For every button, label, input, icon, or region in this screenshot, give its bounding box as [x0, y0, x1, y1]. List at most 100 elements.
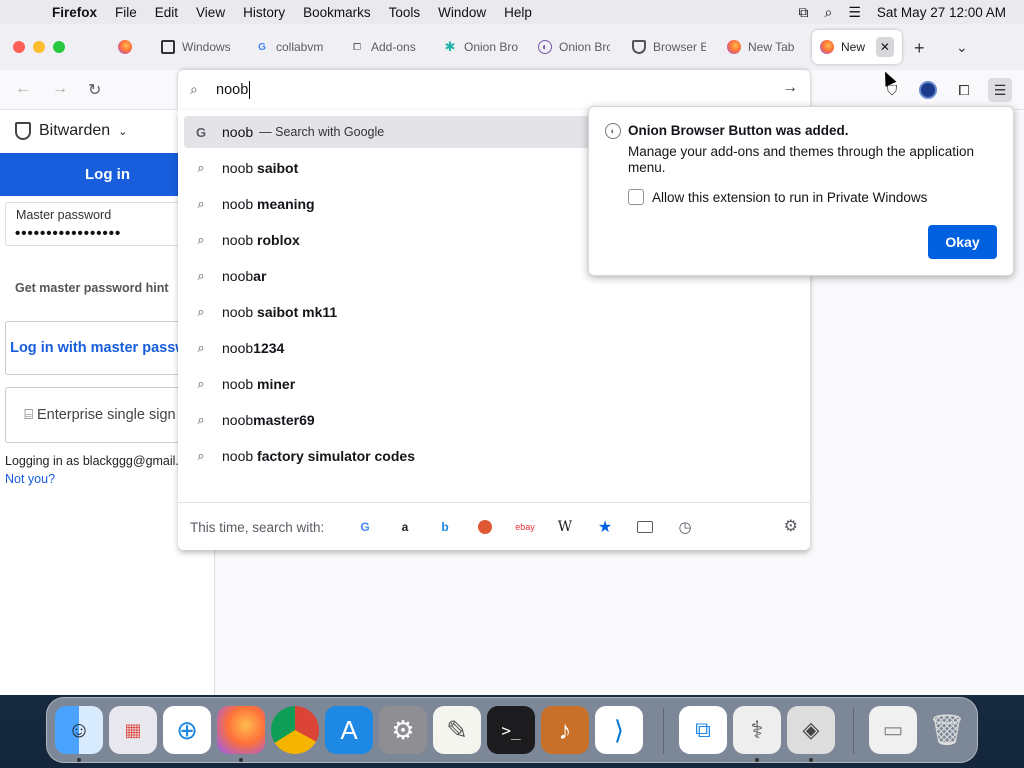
- close-tab-icon[interactable]: ✕: [875, 37, 894, 57]
- suggestion-item[interactable]: ⌕ noob miner: [184, 368, 804, 400]
- address-bar[interactable]: ⌕ noob →: [178, 70, 810, 110]
- search-settings-gear-icon[interactable]: ⚙: [784, 516, 798, 536]
- running-indicator: [77, 758, 81, 762]
- password-hint-link[interactable]: Get master password hint: [15, 281, 169, 295]
- garageband-icon[interactable]: ♪: [541, 706, 589, 754]
- reload-icon[interactable]: ↻: [88, 80, 101, 100]
- bitwarden-shield-icon: [15, 122, 31, 140]
- wikipedia-engine-icon[interactable]: W: [555, 517, 575, 537]
- suggestion-item[interactable]: ⌕ noob 1234: [184, 332, 804, 364]
- private-windows-checkbox[interactable]: [628, 189, 644, 205]
- screen-mirror-icon[interactable]: ⧉: [799, 4, 809, 21]
- google-icon: G: [258, 41, 266, 53]
- onion-star-icon: ✱: [444, 39, 456, 54]
- app-menu-hamburger-icon[interactable]: ☰: [988, 78, 1012, 102]
- amazon-engine-icon[interactable]: a: [395, 517, 415, 537]
- tab-label: Browser E: [653, 40, 706, 54]
- disk-utility-icon[interactable]: ⚕: [733, 706, 781, 754]
- system-preferences-icon[interactable]: ⚙: [379, 706, 427, 754]
- address-input[interactable]: noob: [216, 81, 251, 99]
- menu-history[interactable]: History: [234, 5, 294, 20]
- onion-icon: ◐: [538, 40, 552, 54]
- suggestion-prefix: noob: [222, 232, 258, 248]
- parallels-icon[interactable]: ⧉: [679, 706, 727, 754]
- chrome-icon[interactable]: [271, 706, 319, 754]
- bitwarden-header[interactable]: Bitwarden ⌄: [15, 122, 127, 140]
- bing-engine-icon[interactable]: b: [435, 517, 455, 537]
- search-icon: ⌕: [197, 268, 205, 283]
- menu-bookmarks[interactable]: Bookmarks: [294, 5, 380, 20]
- onion-extension-icon[interactable]: [916, 78, 940, 102]
- suggestion-prefix: noob: [222, 304, 258, 320]
- menu-window[interactable]: Window: [429, 5, 495, 20]
- suggestion-subtext: — Search with Google: [259, 125, 385, 139]
- tab-pinned-firefox[interactable]: [110, 30, 140, 64]
- master-password-value[interactable]: •••••••••••••••••: [15, 225, 121, 242]
- okay-button[interactable]: Okay: [928, 225, 997, 259]
- ebay-engine-icon[interactable]: ebay: [515, 517, 535, 537]
- downloads-stack-icon[interactable]: ▭: [869, 706, 917, 754]
- suggestion-item[interactable]: ⌕ noob factory simulator codes: [184, 440, 804, 472]
- onion-globe-icon: [919, 81, 937, 99]
- not-you-link[interactable]: Not you?: [5, 472, 55, 486]
- search-icon: ⌕: [197, 196, 205, 211]
- tab-windows[interactable]: Windows: [161, 30, 233, 64]
- forward-arrow-icon[interactable]: →: [52, 80, 68, 98]
- menubar-clock[interactable]: Sat May 27 12:00 AM: [877, 5, 1006, 20]
- menu-app[interactable]: Firefox: [46, 5, 106, 20]
- new-tab-button[interactable]: +: [914, 38, 925, 59]
- tabs-icon[interactable]: [635, 517, 655, 537]
- close-window-button[interactable]: [13, 41, 25, 53]
- bookmarks-star-icon[interactable]: ★: [595, 517, 615, 537]
- zoom-window-button[interactable]: [53, 41, 65, 53]
- vscode-icon[interactable]: ⟩: [595, 706, 643, 754]
- extension-added-panel: ◐ Onion Browser Button was added. Manage…: [588, 106, 1014, 276]
- tab-collabvm[interactable]: G collabvm: [255, 30, 327, 64]
- tab-onion-browser-1[interactable]: ✱ Onion Bro: [443, 30, 519, 64]
- finder-icon[interactable]: ☺: [55, 706, 103, 754]
- firefox-dock-icon[interactable]: [217, 706, 265, 754]
- control-center-icon[interactable]: ☰: [848, 4, 861, 21]
- launchpad-icon[interactable]: ▦: [109, 706, 157, 754]
- textedit-icon[interactable]: ✎: [433, 706, 481, 754]
- firefox-icon: [820, 40, 834, 54]
- go-arrow-icon[interactable]: →: [782, 79, 798, 97]
- one-off-search-bar: This time, search with: G a b ebay W ★ ◷…: [178, 502, 810, 550]
- suggestion-completion: meaning: [257, 196, 315, 212]
- safari-icon[interactable]: ⊕: [163, 706, 211, 754]
- menu-file[interactable]: File: [106, 5, 146, 20]
- chevron-down-icon: ⌄: [118, 125, 128, 138]
- private-windows-checkbox-row[interactable]: Allow this extension to run in Private W…: [628, 189, 927, 205]
- list-all-tabs-button[interactable]: ⌄: [956, 39, 968, 56]
- search-icon: ⌕: [197, 232, 205, 247]
- tab-new-tab[interactable]: New Tab: [727, 30, 797, 64]
- trash-icon[interactable]: 🗑: [923, 706, 971, 754]
- duckduckgo-engine-icon[interactable]: [475, 517, 495, 537]
- tab-label: New Tab: [748, 40, 795, 54]
- terminal-icon[interactable]: >_: [487, 706, 535, 754]
- installer-icon[interactable]: ◈: [787, 706, 835, 754]
- back-arrow-icon[interactable]: ←: [15, 80, 31, 98]
- menu-view[interactable]: View: [187, 5, 234, 20]
- spotlight-search-icon[interactable]: ⌕: [825, 4, 833, 21]
- tab-active-new-tab[interactable]: New T ✕: [812, 30, 902, 64]
- tab-browser-extension[interactable]: Browser E: [632, 30, 706, 64]
- tab-onion-browser-2[interactable]: ◐ Onion Bro: [538, 30, 610, 64]
- firefox-icon: [727, 40, 741, 54]
- google-engine-icon[interactable]: G: [355, 517, 375, 537]
- tab-addons[interactable]: ⧠ Add-ons: [350, 30, 420, 64]
- menu-help[interactable]: Help: [495, 5, 541, 20]
- menu-edit[interactable]: Edit: [146, 5, 187, 20]
- app-store-icon[interactable]: A: [325, 706, 373, 754]
- search-icon: ⌕: [197, 376, 205, 391]
- history-clock-icon[interactable]: ◷: [675, 517, 695, 537]
- extensions-puzzle-icon[interactable]: ⧠: [952, 78, 976, 102]
- suggestion-prefix: noob: [222, 412, 254, 428]
- puzzle-icon: ⧠: [353, 41, 361, 53]
- suggestion-item[interactable]: ⌕ noob saibot mk11: [184, 296, 804, 328]
- minimize-window-button[interactable]: [33, 41, 45, 53]
- menu-tools[interactable]: Tools: [380, 5, 430, 20]
- tab-shape-icon: [637, 521, 653, 533]
- running-indicator: [755, 758, 759, 762]
- suggestion-item[interactable]: ⌕ noob master69: [184, 404, 804, 436]
